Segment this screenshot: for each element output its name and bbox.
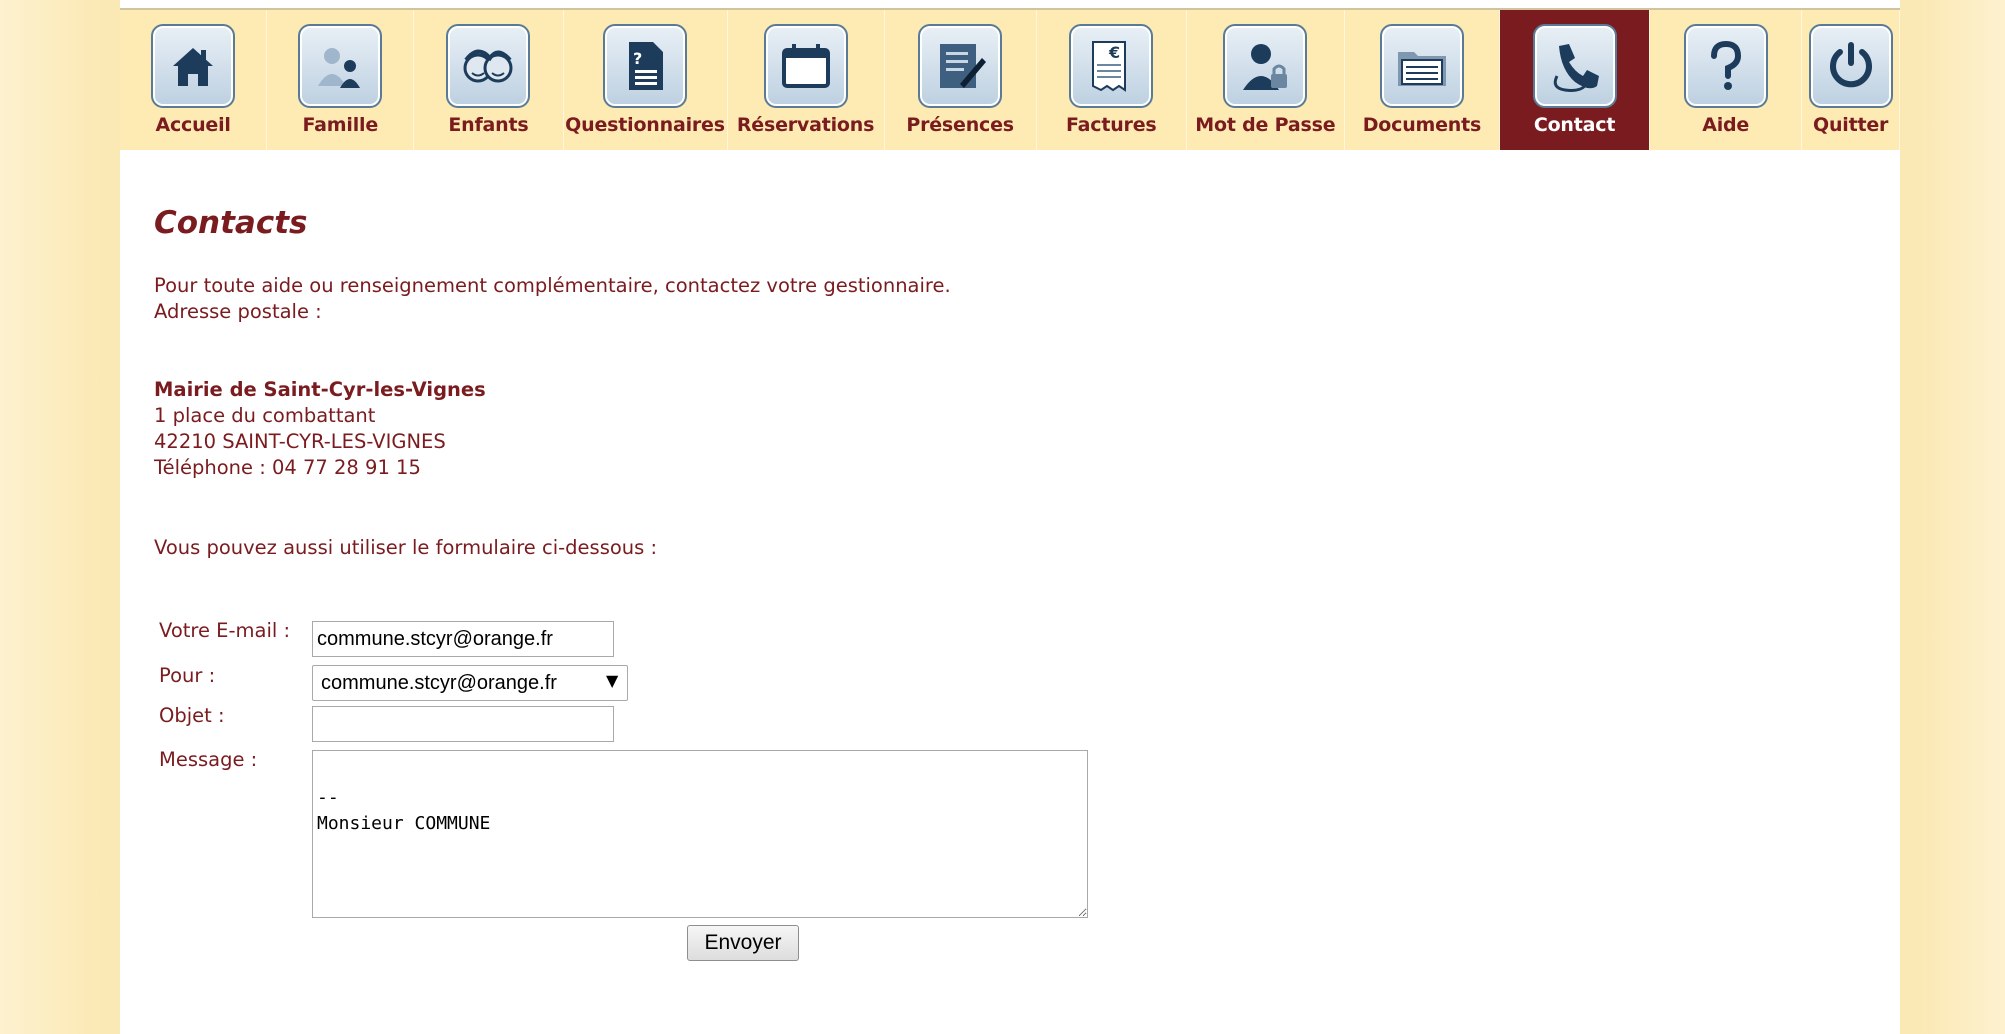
intro-text: Pour toute aide ou renseignement complém…: [154, 273, 951, 325]
documents-icon: [1379, 24, 1464, 108]
nav-label: Contact: [1533, 114, 1616, 136]
subject-field[interactable]: [312, 706, 614, 742]
attendance-icon: [918, 24, 1003, 108]
power-icon: [1808, 24, 1893, 108]
nav-item-accueil[interactable]: Accueil: [120, 10, 268, 150]
nav-item-aide[interactable]: Aide: [1650, 10, 1803, 150]
email-label: Votre E-mail :: [159, 619, 291, 642]
nav-item-mot-de-passe[interactable]: Mot de Passe: [1187, 10, 1345, 150]
nav-label: Quitter: [1813, 114, 1889, 136]
svg-text:?: ?: [633, 49, 642, 68]
nav-label: Factures: [1065, 114, 1157, 136]
calendar-icon: [763, 24, 848, 108]
nav-label: Mot de Passe: [1195, 114, 1336, 136]
main-content: Contacts Pour toute aide ou renseignemen…: [154, 205, 1854, 961]
nav-item-quitter[interactable]: Quitter: [1802, 10, 1901, 150]
email-field[interactable]: [312, 621, 614, 657]
nav-item-reservations[interactable]: Réservations: [728, 10, 885, 150]
nav-item-factures[interactable]: € Factures: [1037, 10, 1187, 150]
send-button[interactable]: Envoyer: [687, 925, 799, 961]
address-street: 1 place du combattant: [154, 404, 376, 427]
help-icon: [1683, 24, 1768, 108]
nav-label: Enfants: [448, 114, 529, 136]
intro-line: Pour toute aide ou renseignement complém…: [154, 274, 951, 297]
nav-label: Aide: [1702, 114, 1750, 136]
nav-label: Documents: [1362, 114, 1482, 136]
address-phone: Téléphone : 04 77 28 91 15: [154, 456, 421, 479]
message-label: Message :: [159, 748, 258, 771]
invoice-icon: €: [1069, 24, 1154, 108]
nav-item-contact[interactable]: Contact: [1499, 10, 1651, 150]
nav-label: Présences: [906, 114, 1014, 136]
postal-address-label: Adresse postale :: [154, 300, 322, 323]
svg-text:€: €: [1108, 43, 1120, 62]
nav-label: Réservations: [736, 114, 875, 136]
page-title: Contacts: [154, 205, 308, 241]
recipient-select[interactable]: commune.stcyr@orange.fr: [312, 665, 628, 701]
form-intro-text: Vous pouvez aussi utiliser le formulaire…: [154, 536, 658, 559]
subject-label: Objet :: [159, 704, 225, 727]
nav-item-documents[interactable]: Documents: [1345, 10, 1500, 150]
nav-label: Famille: [302, 114, 379, 136]
top-navigation: Accueil Famille Enfants ? Questionnaires: [120, 8, 1901, 150]
questionnaire-icon: ?: [603, 24, 688, 108]
postal-address: Mairie de Saint-Cyr-les-Vignes 1 place d…: [154, 377, 486, 481]
password-icon: [1223, 24, 1308, 108]
home-icon: [151, 24, 236, 108]
nav-item-enfants[interactable]: Enfants: [414, 10, 564, 150]
children-icon: [446, 24, 531, 108]
phone-icon: [1532, 24, 1617, 108]
to-label: Pour :: [159, 664, 216, 687]
page-container: Accueil Famille Enfants ? Questionnaires: [120, 0, 1901, 1034]
address-name: Mairie de Saint-Cyr-les-Vignes: [154, 378, 486, 401]
address-city: 42210 SAINT-CYR-LES-VIGNES: [154, 430, 446, 453]
nav-item-presences[interactable]: Présences: [885, 10, 1037, 150]
message-textarea[interactable]: -- Monsieur COMMUNE: [312, 750, 1088, 918]
nav-item-questionnaires[interactable]: ? Questionnaires: [564, 10, 728, 150]
nav-item-famille[interactable]: Famille: [267, 10, 415, 150]
nav-label: Questionnaires: [565, 114, 725, 136]
family-icon: [298, 24, 383, 108]
nav-label: Accueil: [155, 114, 231, 136]
